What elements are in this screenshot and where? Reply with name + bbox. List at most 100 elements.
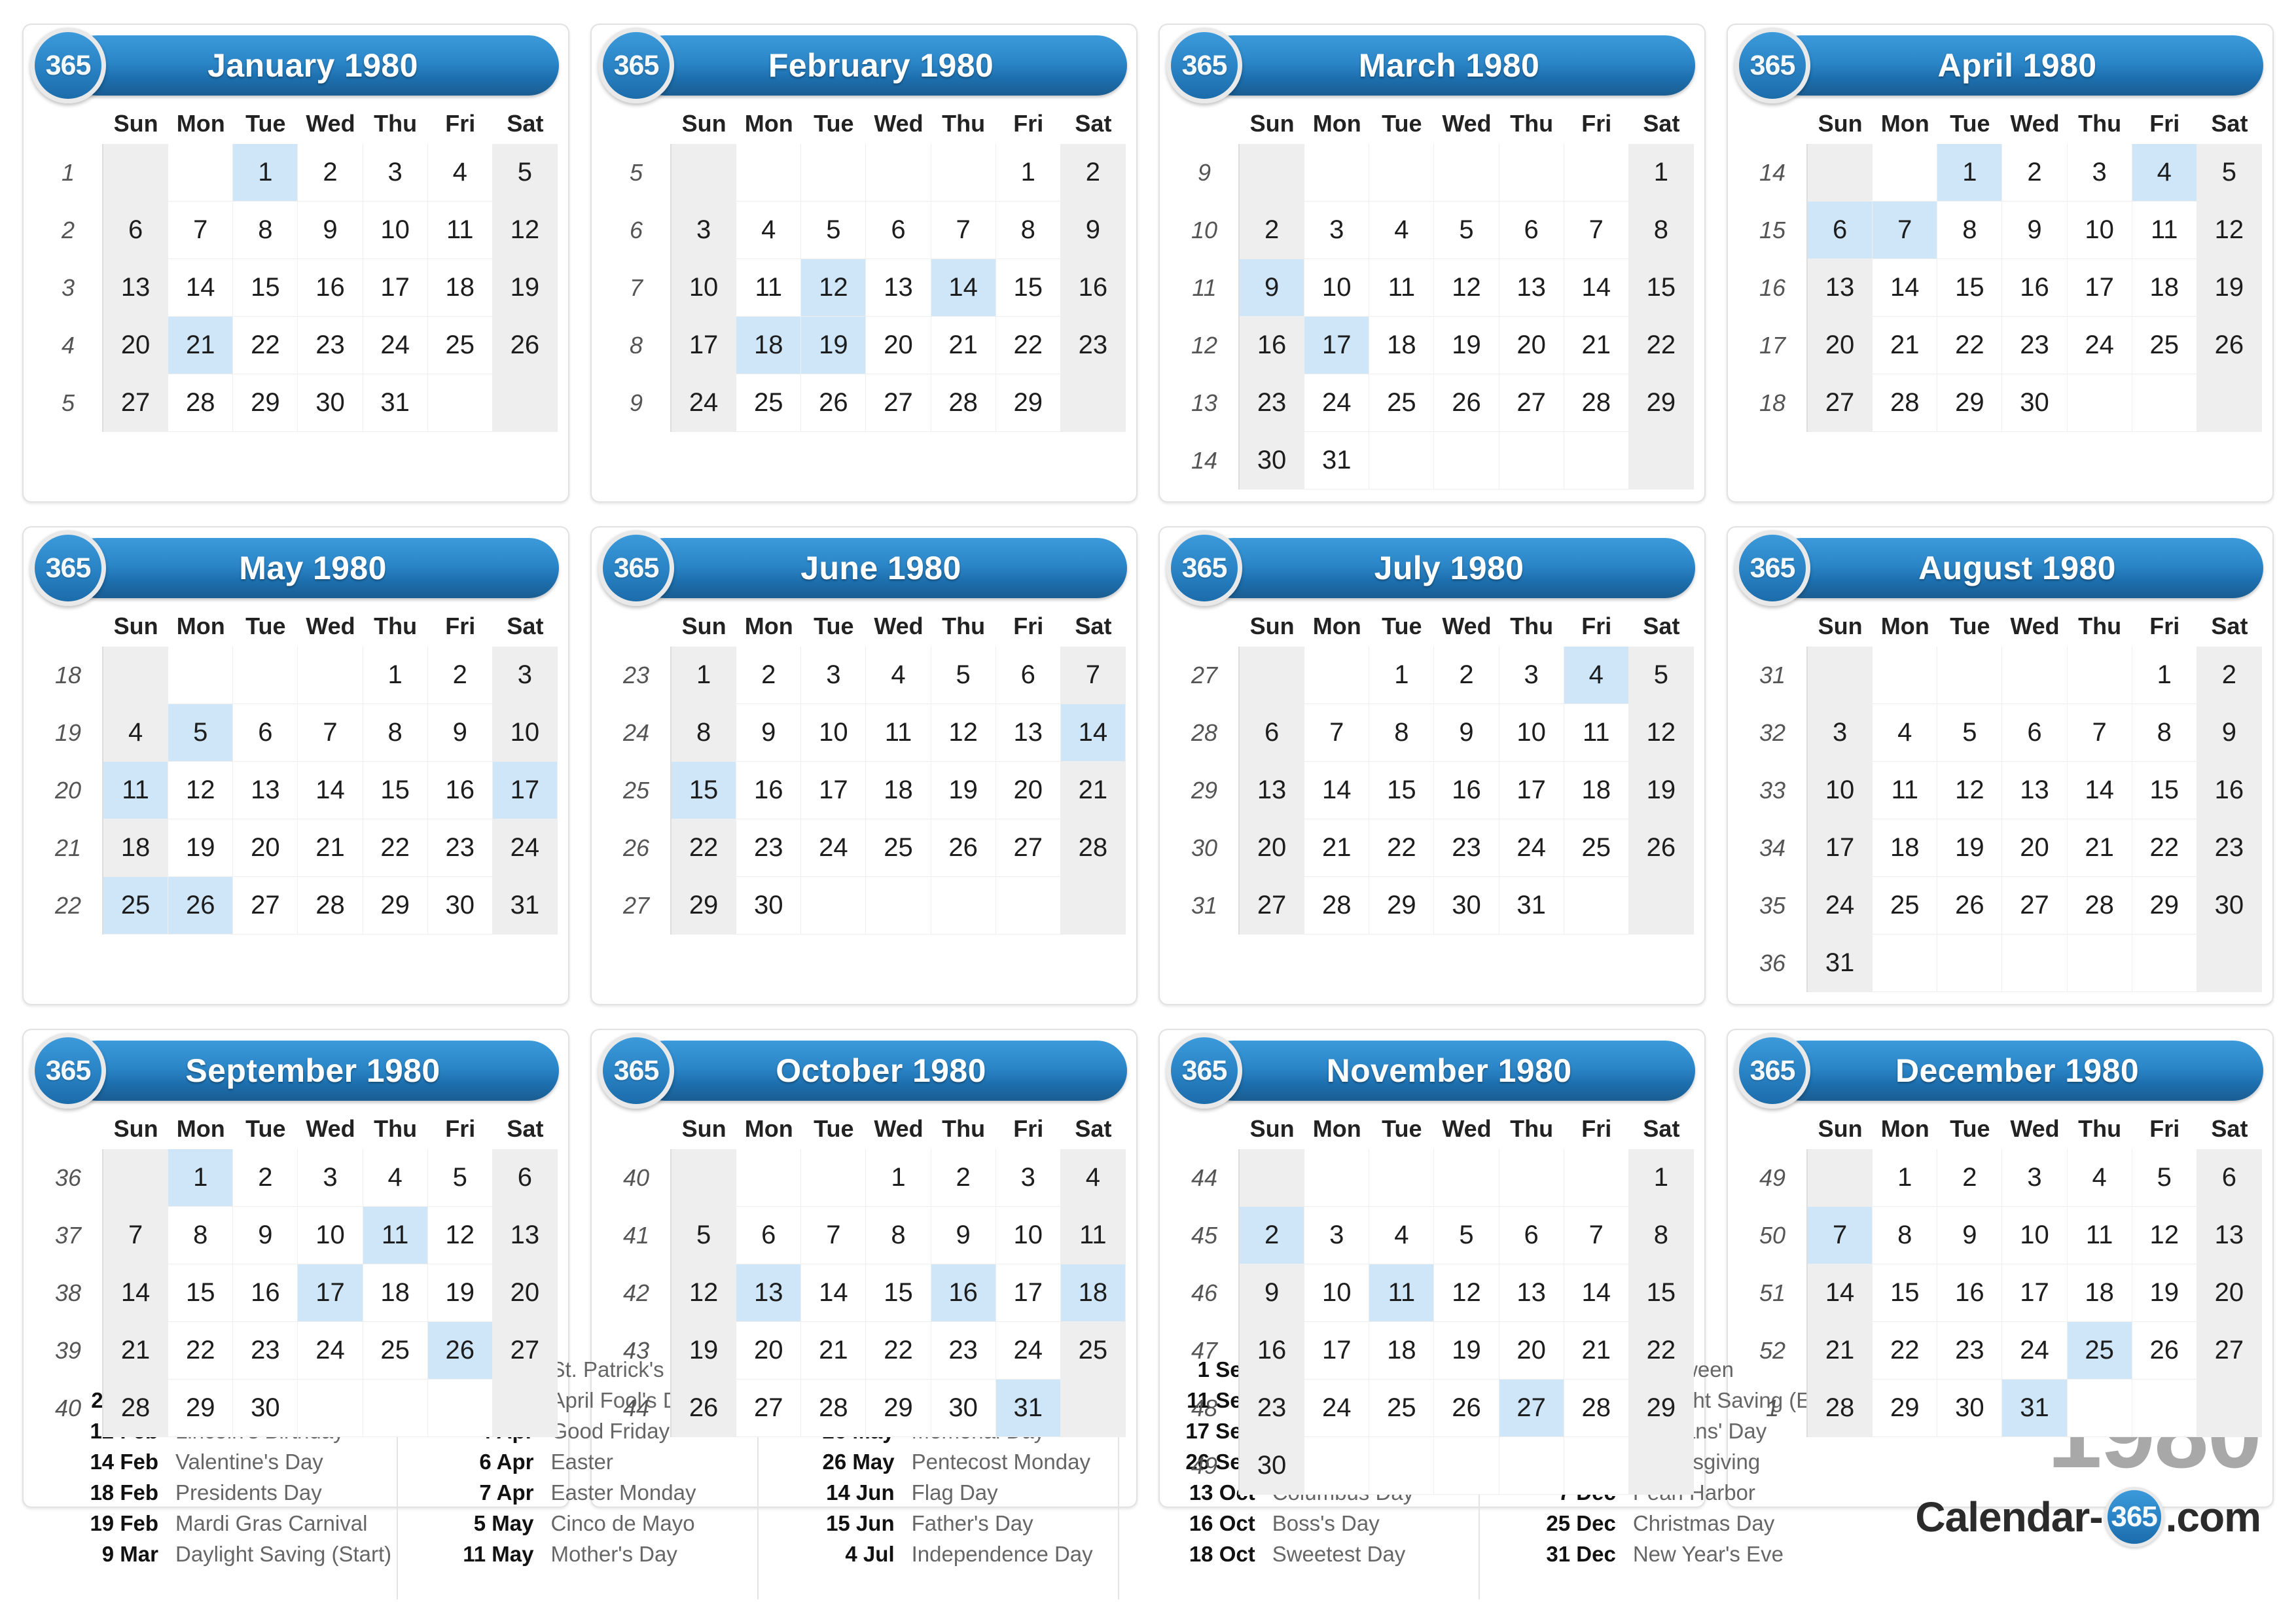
day-cell[interactable]: 28 [1304,877,1370,935]
day-cell[interactable]: 13 [492,1207,558,1264]
day-cell[interactable]: 16 [1240,317,1305,374]
day-cell[interactable]: 3 [492,647,558,704]
day-cell[interactable]: 14 [801,1264,867,1322]
day-cell[interactable]: 28 [168,374,234,432]
day-cell[interactable]: 11 [1060,1207,1126,1264]
day-cell[interactable]: 22 [1873,1322,1938,1380]
day-cell[interactable]: 12 [1937,762,2003,819]
day-cell[interactable]: 18 [866,762,931,819]
day-cell[interactable]: 4 [103,704,169,762]
day-cell[interactable]: 24 [492,819,558,877]
day-cell[interactable]: 1 [233,144,298,202]
day-cell[interactable]: 23 [2002,317,2068,374]
day-cell[interactable]: 13 [866,259,931,317]
day-cell[interactable]: 15 [363,762,428,819]
day-cell[interactable]: 2 [1937,1149,2003,1207]
day-cell[interactable]: 26 [168,877,234,935]
day-cell[interactable]: 1 [1369,647,1435,704]
day-cell[interactable]: 29 [1628,374,1694,432]
day-cell[interactable]: 22 [168,1322,234,1380]
day-cell[interactable]: 26 [672,1380,737,1437]
day-cell[interactable]: 7 [1564,202,1629,259]
day-cell[interactable]: 9 [736,704,802,762]
day-cell[interactable]: 19 [2132,1264,2197,1322]
branding-url[interactable]: Calendar- 365 .com [1842,1487,2261,1547]
day-cell[interactable]: 5 [1434,202,1499,259]
day-cell[interactable]: 28 [103,1380,169,1437]
day-cell[interactable]: 1 [1873,1149,1938,1207]
day-cell[interactable]: 6 [1240,704,1305,762]
day-cell[interactable]: 18 [1369,317,1435,374]
day-cell[interactable]: 28 [1564,1380,1629,1437]
day-cell[interactable]: 10 [672,259,737,317]
day-cell[interactable]: 8 [1628,1207,1694,1264]
day-cell[interactable]: 29 [2132,877,2197,935]
day-cell[interactable]: 3 [801,647,867,704]
day-cell[interactable]: 29 [996,374,1061,432]
day-cell[interactable]: 10 [492,704,558,762]
day-cell[interactable]: 30 [298,374,363,432]
day-cell[interactable]: 31 [492,877,558,935]
day-cell[interactable]: 9 [1937,1207,2003,1264]
day-cell[interactable]: 12 [672,1264,737,1322]
day-cell[interactable]: 22 [1628,1322,1694,1380]
day-cell[interactable]: 20 [736,1322,802,1380]
day-cell[interactable]: 17 [1304,317,1370,374]
day-cell[interactable]: 19 [801,317,867,374]
day-cell[interactable]: 5 [2132,1149,2197,1207]
day-cell[interactable]: 6 [1499,1207,1564,1264]
day-cell[interactable]: 30 [1434,877,1499,935]
day-cell[interactable]: 14 [103,1264,169,1322]
day-cell[interactable]: 2 [1060,144,1126,202]
day-cell[interactable]: 25 [1060,1322,1126,1380]
day-cell[interactable]: 22 [1937,317,2003,374]
day-cell[interactable]: 10 [1304,1264,1370,1322]
day-cell[interactable]: 25 [2132,317,2197,374]
day-cell[interactable]: 10 [2067,202,2132,259]
day-cell[interactable]: 30 [1240,432,1305,490]
day-cell[interactable]: 5 [1628,647,1694,704]
day-cell[interactable]: 9 [233,1207,298,1264]
day-cell[interactable]: 18 [1369,1322,1435,1380]
day-cell[interactable]: 8 [1369,704,1435,762]
day-cell[interactable]: 6 [996,647,1061,704]
day-cell[interactable]: 15 [233,259,298,317]
day-cell[interactable]: 21 [103,1322,169,1380]
day-cell[interactable]: 29 [672,877,737,935]
day-cell[interactable]: 12 [1628,704,1694,762]
day-cell[interactable]: 13 [103,259,169,317]
day-cell[interactable]: 26 [492,317,558,374]
day-cell[interactable]: 15 [866,1264,931,1322]
day-cell[interactable]: 23 [298,317,363,374]
day-cell[interactable]: 18 [427,259,493,317]
day-cell[interactable]: 30 [1240,1437,1305,1495]
day-cell[interactable]: 27 [996,819,1061,877]
day-cell[interactable]: 22 [2132,819,2197,877]
day-cell[interactable]: 25 [1369,374,1435,432]
day-cell[interactable]: 28 [931,374,996,432]
day-cell[interactable]: 18 [1873,819,1938,877]
day-cell[interactable]: 9 [1240,1264,1305,1322]
day-cell[interactable]: 16 [1060,259,1126,317]
day-cell[interactable]: 19 [492,259,558,317]
day-cell[interactable]: 29 [1937,374,2003,432]
day-cell[interactable]: 24 [2067,317,2132,374]
day-cell[interactable]: 27 [1499,374,1564,432]
day-cell[interactable]: 30 [1937,1380,2003,1437]
day-cell[interactable]: 6 [866,202,931,259]
day-cell[interactable]: 24 [1499,819,1564,877]
day-cell[interactable]: 3 [1499,647,1564,704]
day-cell[interactable]: 27 [103,374,169,432]
day-cell[interactable]: 22 [363,819,428,877]
day-cell[interactable]: 11 [1369,259,1435,317]
day-cell[interactable]: 20 [1499,1322,1564,1380]
day-cell[interactable]: 30 [736,877,802,935]
day-cell[interactable]: 27 [736,1380,802,1437]
day-cell[interactable]: 21 [2067,819,2132,877]
day-cell[interactable]: 9 [427,704,493,762]
day-cell[interactable]: 19 [168,819,234,877]
day-cell[interactable]: 13 [736,1264,802,1322]
day-cell[interactable]: 24 [996,1322,1061,1380]
day-cell[interactable]: 13 [2002,762,2068,819]
day-cell[interactable]: 8 [233,202,298,259]
